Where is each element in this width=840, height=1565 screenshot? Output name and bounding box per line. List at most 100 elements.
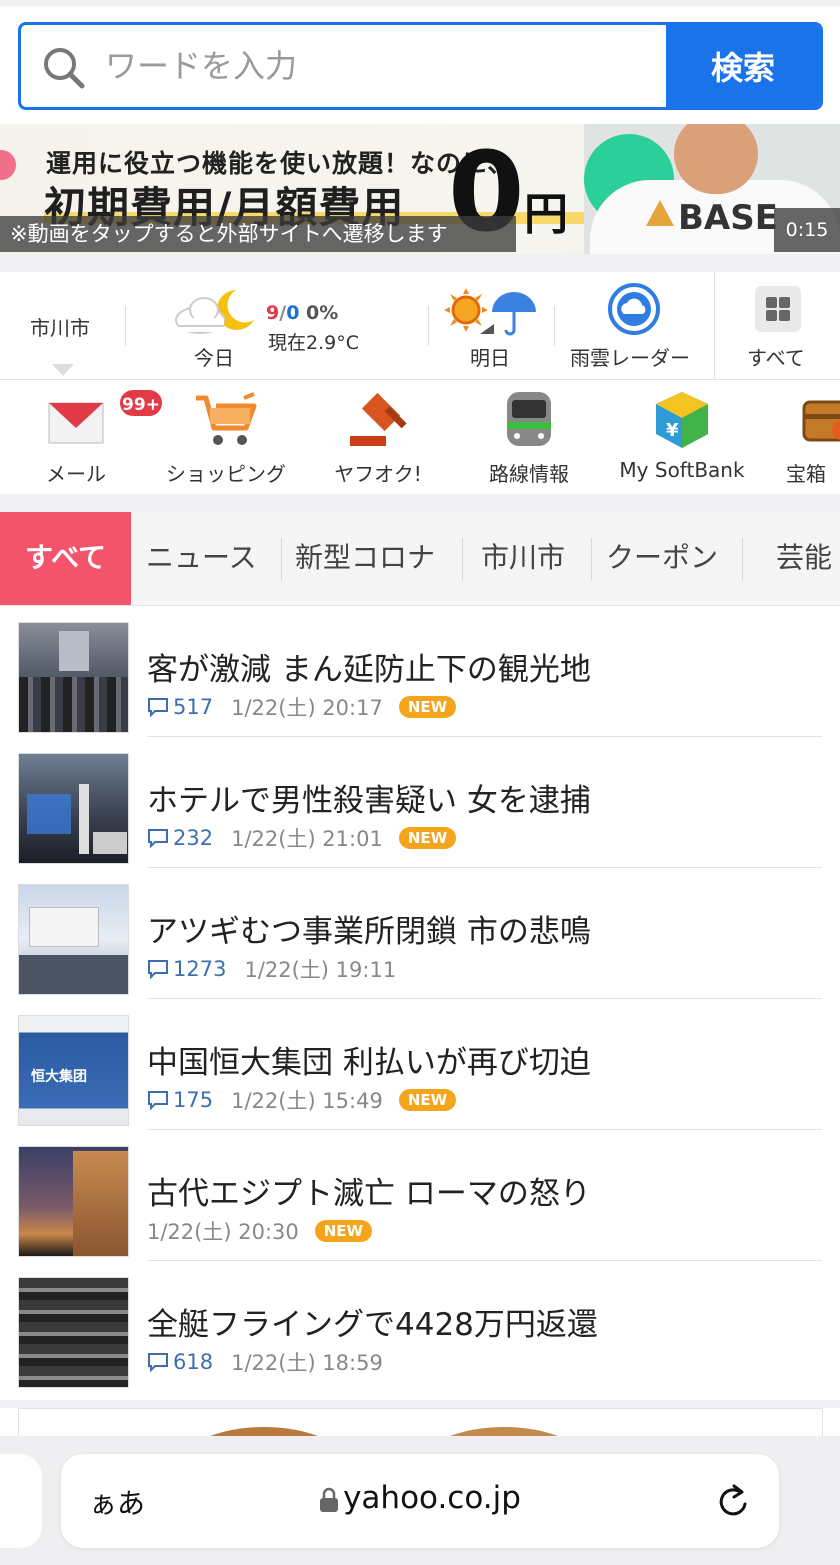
- new-badge: NEW: [398, 1089, 457, 1111]
- lock-icon: [320, 1487, 339, 1512]
- tab-entertainment[interactable]: 芸能: [776, 512, 832, 605]
- news-meta: 618 1/22(土) 18:59: [147, 1347, 383, 1377]
- weather-city[interactable]: 市川市: [30, 312, 90, 341]
- service-label: ショッピング: [166, 462, 286, 486]
- service-mail[interactable]: 99+ メール: [26, 380, 164, 494]
- tab-divider: [591, 538, 592, 580]
- news-headline: アツギむつ事業所閉鎖 市の悲鳴: [147, 914, 591, 950]
- news-headline: 中国恒大集団 利払いが再び切迫: [147, 1045, 591, 1081]
- previous-tab[interactable]: [0, 1454, 42, 1548]
- tab-divider: [742, 538, 743, 580]
- weather-panel: 市川市 今日 9/0 0% 現在2.9°C 明日 雨雲レーダー すべて: [0, 272, 840, 380]
- news-item[interactable]: ホテルで男性殺害疑い 女を逮捕 232 1/22(土) 21:01 NEW: [0, 737, 840, 868]
- service-auction[interactable]: ヤフオク!: [326, 380, 430, 494]
- city-caret-icon: [52, 364, 74, 376]
- news-thumbnail: [18, 753, 129, 864]
- news-item[interactable]: 全艇フライングで4428万円返還 618 1/22(土) 18:59: [0, 1261, 840, 1392]
- radar-label[interactable]: 雨雲レーダー: [570, 342, 690, 371]
- comment-count: 517: [147, 695, 213, 719]
- comment-count: 175: [147, 1088, 213, 1112]
- section-gap: [0, 254, 840, 272]
- search-input[interactable]: [105, 25, 665, 107]
- service-label: 宝箱: [786, 462, 826, 486]
- divider: [554, 306, 555, 346]
- comment-number: 618: [173, 1350, 214, 1374]
- service-label: メール: [46, 462, 106, 486]
- news-headline: 全艇フライングで4428万円返還: [147, 1307, 598, 1343]
- news-meta: 175 1/22(土) 15:49 NEW: [147, 1085, 457, 1115]
- service-train[interactable]: 路線情報: [476, 380, 582, 494]
- url-display[interactable]: yahoo.co.jp: [61, 1480, 779, 1516]
- ad-brand: BASE: [678, 198, 778, 238]
- cloud-moon-icon: [175, 290, 254, 334]
- weather-all-label: すべて: [747, 346, 805, 370]
- news-headline: ホテルで男性殺害疑い 女を逮捕: [147, 783, 591, 819]
- service-shortcuts: 99+ メール ショッピング ヤフオク! 路線情報 ¥ My SoftBank …: [0, 380, 840, 494]
- mail-unread-badge: 99+: [118, 388, 164, 418]
- treasure-chest-icon: [802, 400, 840, 442]
- base-logo-icon: [646, 200, 674, 226]
- tab-coupon[interactable]: クーポン: [606, 512, 718, 605]
- gavel-icon: [350, 392, 407, 446]
- search-bar: 検索: [0, 0, 840, 124]
- news-thumbnail: [18, 1146, 129, 1257]
- news-item[interactable]: アツギむつ事業所閉鎖 市の悲鳴 1273 1/22(土) 19:11: [0, 868, 840, 999]
- comment-icon: [148, 698, 168, 717]
- reload-icon[interactable]: [715, 1482, 751, 1520]
- news-meta: 517 1/22(土) 20:17 NEW: [147, 692, 457, 722]
- temp-high: 9: [266, 302, 280, 324]
- comment-count: 1273: [147, 957, 226, 981]
- comment-icon: [148, 1353, 168, 1372]
- service-treasure[interactable]: 宝箱: [786, 380, 840, 494]
- news-meta: 1/22(土) 20:30 NEW: [147, 1216, 373, 1246]
- weather-all-button[interactable]: すべて: [714, 272, 840, 380]
- comment-number: 517: [173, 695, 214, 719]
- mail-icon: [48, 402, 104, 444]
- news-thumbnail: [18, 884, 129, 995]
- ad-caption: ※動画をタップすると外部サイトへ遷移します: [0, 216, 516, 252]
- news-thumbnail: [18, 1277, 129, 1388]
- video-ad-banner[interactable]: 運用に役立つ機能を使い放題！なのに、 初期費用/月額費用 0 円 BASE ※動…: [0, 124, 840, 254]
- rain-chance: 0%: [306, 302, 339, 324]
- news-headline: 古代エジプト滅亡 ローマの怒り: [147, 1176, 591, 1212]
- url-text: yahoo.co.jp: [343, 1480, 521, 1516]
- search-button[interactable]: 検索: [666, 25, 820, 107]
- comment-icon: [148, 960, 168, 979]
- news-item[interactable]: 恒大集团 中国恒大集団 利払いが再び切迫 175 1/22(土) 15:49 N…: [0, 999, 840, 1130]
- news-item[interactable]: 古代エジプト滅亡 ローマの怒り 1/22(土) 20:30 NEW: [0, 1130, 840, 1261]
- weather-temps: 9/0 0%: [266, 302, 338, 324]
- news-time: 1/22(土) 20:30: [147, 1220, 299, 1244]
- news-meta: 232 1/22(土) 21:01 NEW: [147, 823, 457, 853]
- divider: [125, 306, 126, 346]
- new-badge: NEW: [398, 827, 457, 849]
- service-label: ヤフオク!: [334, 462, 422, 486]
- tab-all[interactable]: すべて: [0, 512, 131, 605]
- tab-divider: [462, 538, 463, 580]
- address-bar[interactable]: ぁあ yahoo.co.jp: [61, 1454, 779, 1548]
- news-item[interactable]: 客が激減 まん延防止下の観光地 517 1/22(土) 20:17 NEW: [0, 606, 840, 737]
- news-time: 1/22(土) 15:49: [231, 1089, 383, 1113]
- weather-today-label: 今日: [194, 346, 234, 370]
- tab-divider: [281, 538, 282, 580]
- thumb-logo-text: 恒大集团: [31, 1069, 87, 1085]
- search-box: 検索: [18, 22, 823, 110]
- news-thumbnail: 恒大集团: [18, 1015, 129, 1126]
- section-gap: [0, 1400, 840, 1408]
- tab-local[interactable]: 市川市: [481, 512, 565, 605]
- divider: [428, 306, 429, 346]
- news-time: 1/22(土) 21:01: [231, 827, 383, 851]
- grid-icon: [755, 286, 801, 332]
- temp-low: 0: [286, 302, 300, 324]
- radar-icon[interactable]: [607, 282, 661, 336]
- ad-decoration: [0, 150, 16, 180]
- ad-duration: 0:15: [774, 208, 840, 252]
- service-shopping[interactable]: ショッピング: [160, 380, 292, 494]
- section-gap: [0, 494, 840, 512]
- new-badge: NEW: [314, 1220, 373, 1242]
- tab-covid[interactable]: 新型コロナ: [295, 512, 435, 605]
- tab-news[interactable]: ニュース: [146, 512, 257, 605]
- service-softbank[interactable]: ¥ My SoftBank: [612, 380, 752, 494]
- train-icon: [507, 392, 551, 446]
- comment-number: 232: [173, 826, 214, 850]
- comment-number: 175: [173, 1088, 214, 1112]
